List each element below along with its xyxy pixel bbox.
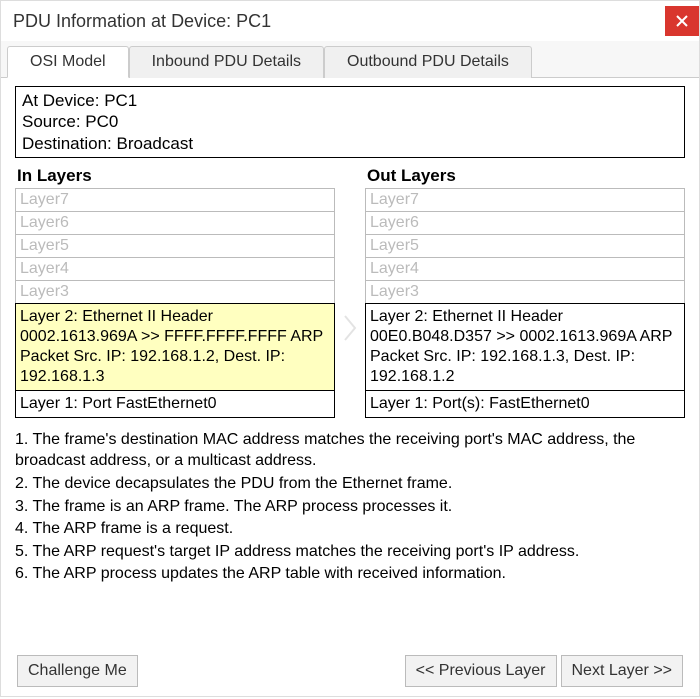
in-layers-title: In Layers (17, 166, 335, 186)
in-layer5[interactable]: Layer5 (15, 234, 335, 258)
step-1: 1. The frame's destination MAC address m… (15, 429, 685, 472)
destination-line: Destination: Broadcast (22, 133, 678, 154)
out-layers-column: Out Layers Layer7 Layer6 Layer5 Layer4 L… (365, 164, 685, 417)
at-device-line: At Device: PC1 (22, 90, 678, 111)
step-3: 3. The frame is an ARP frame. The ARP pr… (15, 496, 685, 518)
previous-layer-button[interactable]: << Previous Layer (405, 655, 557, 687)
source-line: Source: PC0 (22, 111, 678, 132)
close-button[interactable] (665, 6, 699, 36)
titlebar: PDU Information at Device: PC1 (1, 1, 699, 41)
out-layer1[interactable]: Layer 1: Port(s): FastEthernet0 (365, 390, 685, 418)
out-layer6[interactable]: Layer6 (365, 211, 685, 235)
out-layer3[interactable]: Layer3 (365, 280, 685, 304)
step-2: 2. The device decapsulates the PDU from … (15, 473, 685, 495)
step-6: 6. The ARP process updates the ARP table… (15, 563, 685, 585)
device-info-box: At Device: PC1 Source: PC0 Destination: … (15, 86, 685, 158)
step-5: 5. The ARP request's target IP address m… (15, 541, 685, 563)
in-layer4[interactable]: Layer4 (15, 257, 335, 281)
in-layer3[interactable]: Layer3 (15, 280, 335, 304)
tab-outbound-pdu[interactable]: Outbound PDU Details (324, 46, 532, 78)
process-steps: 1. The frame's destination MAC address m… (15, 429, 685, 647)
layers-row: In Layers Layer7 Layer6 Layer5 Layer4 La… (15, 164, 685, 417)
in-layer7[interactable]: Layer7 (15, 188, 335, 212)
arrow-column (341, 164, 359, 342)
challenge-me-button[interactable]: Challenge Me (17, 655, 138, 687)
tab-bar: OSI Model Inbound PDU Details Outbound P… (1, 41, 699, 78)
out-layer7[interactable]: Layer7 (365, 188, 685, 212)
content-area: At Device: PC1 Source: PC0 Destination: … (1, 78, 699, 699)
window-title: PDU Information at Device: PC1 (13, 11, 271, 32)
tab-osi-model[interactable]: OSI Model (7, 46, 129, 78)
in-layer2[interactable]: Layer 2: Ethernet II Header 0002.1613.96… (15, 303, 335, 391)
in-layers-column: In Layers Layer7 Layer6 Layer5 Layer4 La… (15, 164, 335, 417)
in-layer6[interactable]: Layer6 (15, 211, 335, 235)
arrow-right-icon (343, 314, 357, 342)
out-layer2[interactable]: Layer 2: Ethernet II Header 00E0.B048.D3… (365, 303, 685, 391)
out-layer5[interactable]: Layer5 (365, 234, 685, 258)
close-icon (676, 15, 688, 27)
in-layer1[interactable]: Layer 1: Port FastEthernet0 (15, 390, 335, 418)
out-layers-title: Out Layers (367, 166, 685, 186)
tab-inbound-pdu[interactable]: Inbound PDU Details (129, 46, 324, 78)
footer-buttons: Challenge Me << Previous Layer Next Laye… (15, 647, 685, 691)
step-4: 4. The ARP frame is a request. (15, 518, 685, 540)
next-layer-button[interactable]: Next Layer >> (561, 655, 684, 687)
out-layer4[interactable]: Layer4 (365, 257, 685, 281)
